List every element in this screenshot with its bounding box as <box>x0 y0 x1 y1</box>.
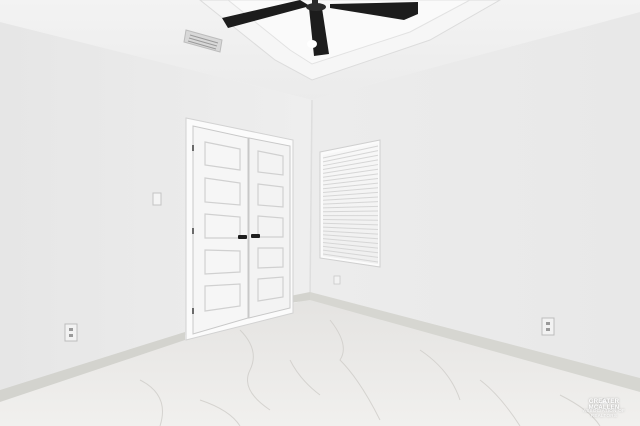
watermark-line2: ASSOCIATION OF REALTORS <box>582 408 626 418</box>
window-with-blinds <box>319 139 381 268</box>
fan-light <box>307 40 317 48</box>
closet-double-door <box>185 117 294 341</box>
door-handle-left <box>238 235 247 239</box>
outlet-left <box>64 323 78 342</box>
outlet-right <box>541 317 555 336</box>
door-handle-right <box>251 234 260 238</box>
room-illustration <box>0 0 640 426</box>
room-scene: GREATER MCALLEN ASSOCIATION OF REALTORS <box>0 0 640 426</box>
watermark: GREATER MCALLEN ASSOCIATION OF REALTORS <box>574 398 634 418</box>
door-right-panel <box>248 137 291 319</box>
light-switch <box>152 192 162 206</box>
small-outlet-cover <box>333 275 341 285</box>
